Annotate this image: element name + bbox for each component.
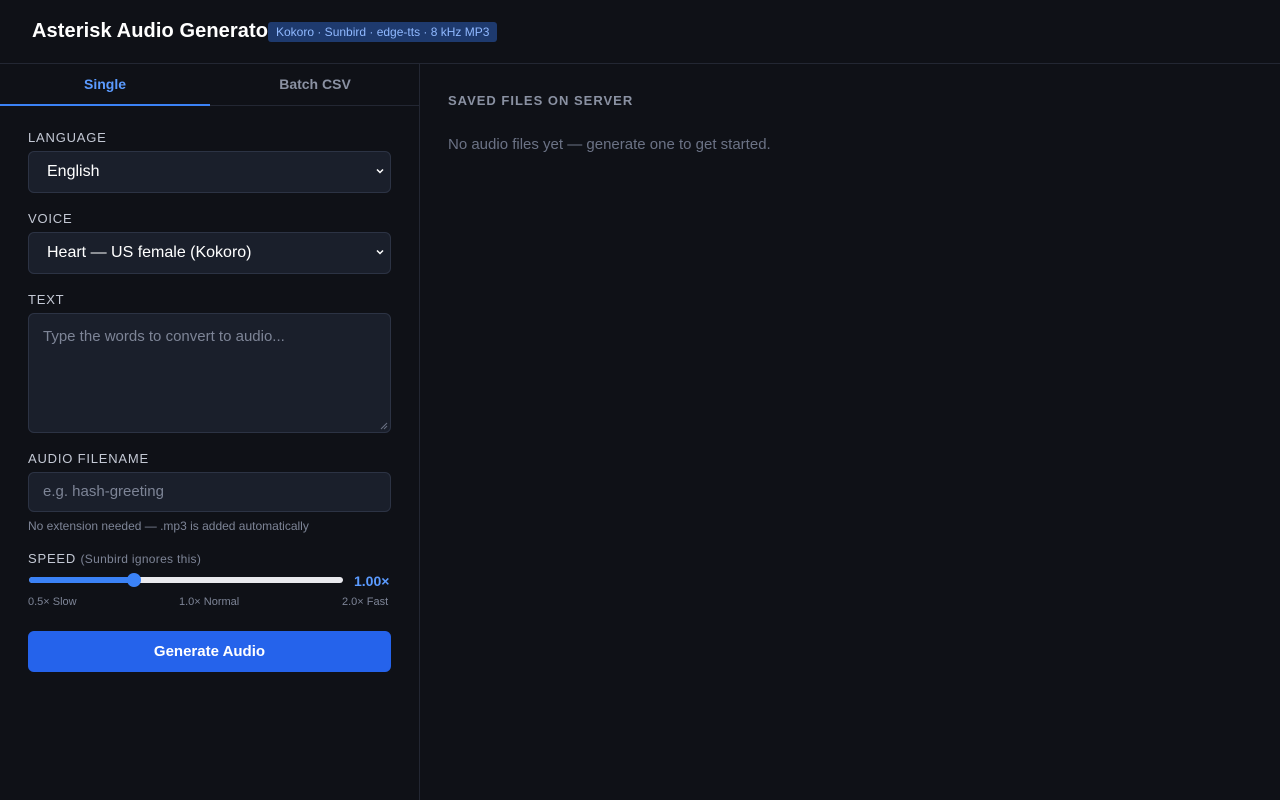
filename-input-placeholder: e.g. hash-greeting: [43, 483, 164, 500]
voice-label: VOICE: [28, 211, 73, 226]
text-label: TEXT: [28, 292, 65, 307]
tab-batch-csv[interactable]: Batch CSV: [210, 64, 420, 106]
filename-hint: No extension needed — .mp3 is added auto…: [28, 519, 309, 533]
text-input-placeholder: Type the words to convert to audio...: [43, 328, 285, 345]
speed-tick-normal: 1.0× Normal: [179, 596, 240, 608]
tab-bar: Single Batch CSV: [0, 64, 419, 106]
chevron-down-icon: [376, 168, 384, 174]
engine-badge: Kokoro · Sunbird · edge-tts · 8 kHz MP3: [268, 22, 498, 42]
speed-slider[interactable]: [29, 573, 343, 587]
speed-value: 1.00×: [354, 573, 390, 589]
tab-single[interactable]: Single: [0, 64, 210, 106]
language-label: LANGUAGE: [28, 130, 107, 145]
speed-tick-fast: 2.0× Fast: [342, 596, 389, 608]
voice-select-value: Heart — US female (Kokoro): [47, 244, 252, 261]
speed-label-text: SPEED: [28, 551, 77, 566]
generate-audio-button[interactable]: Generate Audio: [28, 631, 391, 672]
chevron-down-icon: [376, 249, 384, 255]
voice-select[interactable]: Heart — US female (Kokoro): [28, 232, 391, 274]
filename-label: AUDIO FILENAME: [28, 451, 149, 466]
saved-files-empty-message: No audio files yet — generate one to get…: [448, 136, 771, 153]
saved-files-heading: SAVED FILES ON SERVER: [448, 93, 634, 108]
filename-input[interactable]: e.g. hash-greeting: [28, 472, 391, 512]
text-input[interactable]: Type the words to convert to audio...: [28, 313, 391, 433]
speed-slider-fill: [29, 577, 134, 583]
sidebar: Single Batch CSV LANGUAGE English VOICE …: [0, 64, 420, 800]
speed-tick-slow: 0.5× Slow: [28, 596, 77, 608]
speed-label-note: (Sunbird ignores this): [80, 552, 202, 566]
language-select[interactable]: English: [28, 151, 391, 193]
resize-handle-icon[interactable]: [380, 422, 388, 430]
language-select-value: English: [47, 163, 100, 180]
speed-label: SPEED (Sunbird ignores this): [28, 551, 201, 566]
app-header: Asterisk Audio Generator Kokoro · Sunbir…: [0, 0, 1280, 64]
app-title: Asterisk Audio Generator: [32, 20, 276, 42]
speed-slider-thumb[interactable]: [127, 573, 141, 587]
